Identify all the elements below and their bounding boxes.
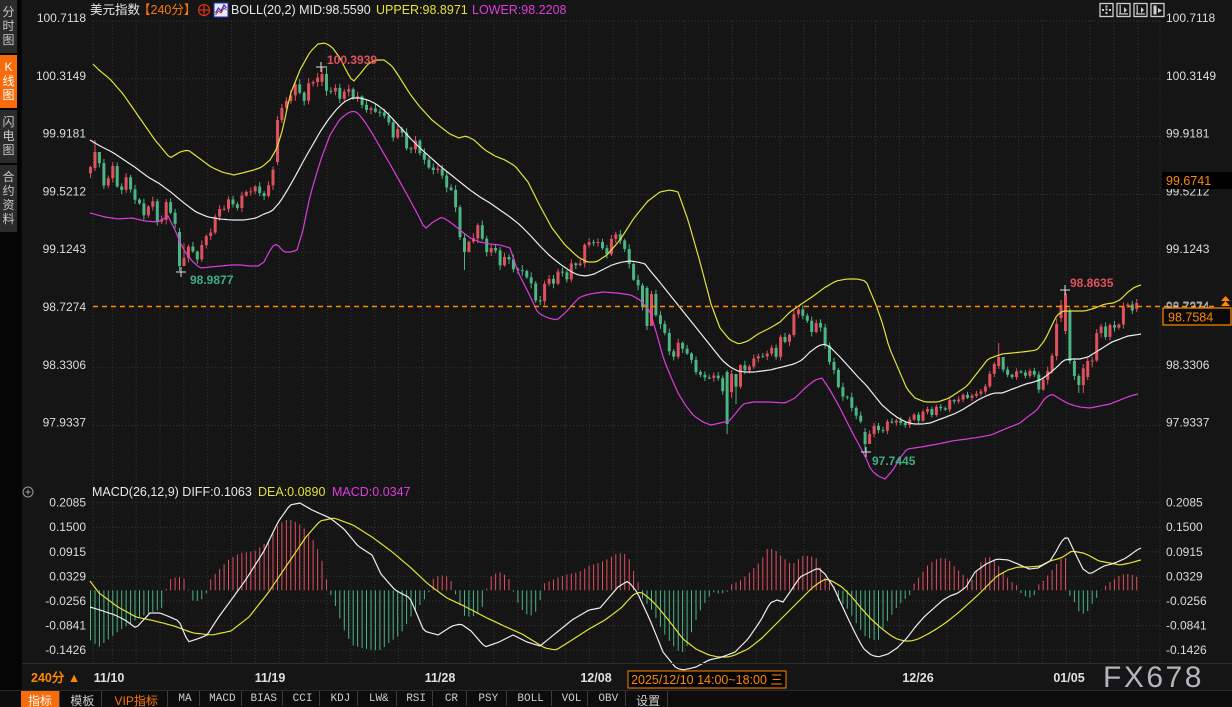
svg-text:12/08: 12/08 bbox=[580, 671, 611, 685]
svg-text:BOLL(20,2) MID:98.5590: BOLL(20,2) MID:98.5590 bbox=[231, 3, 371, 17]
svg-text:11/19: 11/19 bbox=[255, 671, 286, 685]
svg-text:99.9181: 99.9181 bbox=[1166, 127, 1210, 141]
svg-text:99.5212: 99.5212 bbox=[43, 184, 87, 198]
svg-text:0.2085: 0.2085 bbox=[1166, 496, 1203, 510]
svg-text:DEA:0.0890: DEA:0.0890 bbox=[258, 485, 325, 499]
svg-text:99.1243: 99.1243 bbox=[1166, 242, 1210, 256]
svg-text:240分 ▲: 240分 ▲ bbox=[31, 670, 80, 685]
svg-text:12/26: 12/26 bbox=[902, 671, 933, 685]
svg-text:98.7584: 98.7584 bbox=[1168, 311, 1213, 325]
svg-text:0.0915: 0.0915 bbox=[49, 545, 86, 559]
svg-text:-0.0841: -0.0841 bbox=[45, 619, 86, 633]
svg-text:-0.1426: -0.1426 bbox=[1166, 643, 1207, 657]
svg-text:100.3939: 100.3939 bbox=[327, 53, 377, 67]
svg-text:97.7445: 97.7445 bbox=[872, 454, 916, 468]
svg-text:0.1500: 0.1500 bbox=[49, 520, 86, 534]
svg-text:97.9337: 97.9337 bbox=[1166, 416, 1210, 430]
svg-text:美元指数: 美元指数 bbox=[90, 2, 141, 17]
svg-text:-0.0256: -0.0256 bbox=[1166, 594, 1207, 608]
svg-text:MACD:0.0347: MACD:0.0347 bbox=[332, 485, 411, 499]
svg-text:100.7118: 100.7118 bbox=[37, 11, 86, 25]
svg-text:【240分】: 【240分】 bbox=[138, 3, 196, 17]
svg-text:-0.1426: -0.1426 bbox=[45, 643, 86, 657]
svg-text:11/10: 11/10 bbox=[94, 671, 125, 685]
svg-text:-0.0256: -0.0256 bbox=[45, 594, 86, 608]
svg-text:0.2085: 0.2085 bbox=[49, 496, 86, 510]
svg-text:100.3149: 100.3149 bbox=[36, 69, 86, 83]
svg-text:99.6741: 99.6741 bbox=[1166, 174, 1211, 188]
svg-text:0.0915: 0.0915 bbox=[1166, 545, 1203, 559]
svg-text:LOWER:98.2208: LOWER:98.2208 bbox=[472, 3, 567, 17]
svg-text:11/28: 11/28 bbox=[425, 671, 456, 685]
svg-text:MACD(26,12,9) DIFF:0.1063: MACD(26,12,9) DIFF:0.1063 bbox=[92, 485, 252, 499]
svg-text:01/05: 01/05 bbox=[1053, 671, 1084, 685]
svg-text:100.3149: 100.3149 bbox=[1166, 69, 1216, 83]
svg-text:98.9877: 98.9877 bbox=[190, 273, 234, 287]
svg-text:99.1243: 99.1243 bbox=[43, 242, 87, 256]
svg-text:0.0329: 0.0329 bbox=[1166, 569, 1203, 583]
svg-text:98.3306: 98.3306 bbox=[1166, 358, 1210, 372]
svg-text:98.3306: 98.3306 bbox=[43, 358, 87, 372]
svg-text:2025/12/10 14:00~18:00 三: 2025/12/10 14:00~18:00 三 bbox=[631, 673, 783, 687]
svg-text:99.9181: 99.9181 bbox=[43, 127, 87, 141]
svg-text:UPPER:98.8971: UPPER:98.8971 bbox=[376, 3, 468, 17]
svg-text:98.8635: 98.8635 bbox=[1070, 276, 1114, 290]
svg-text:0.0329: 0.0329 bbox=[49, 569, 86, 583]
svg-text:97.9337: 97.9337 bbox=[43, 416, 87, 430]
svg-text:98.7274: 98.7274 bbox=[43, 300, 87, 314]
svg-text:100.7118: 100.7118 bbox=[1166, 11, 1215, 25]
svg-text:0.1500: 0.1500 bbox=[1166, 520, 1203, 534]
svg-text:-0.0841: -0.0841 bbox=[1166, 619, 1207, 633]
